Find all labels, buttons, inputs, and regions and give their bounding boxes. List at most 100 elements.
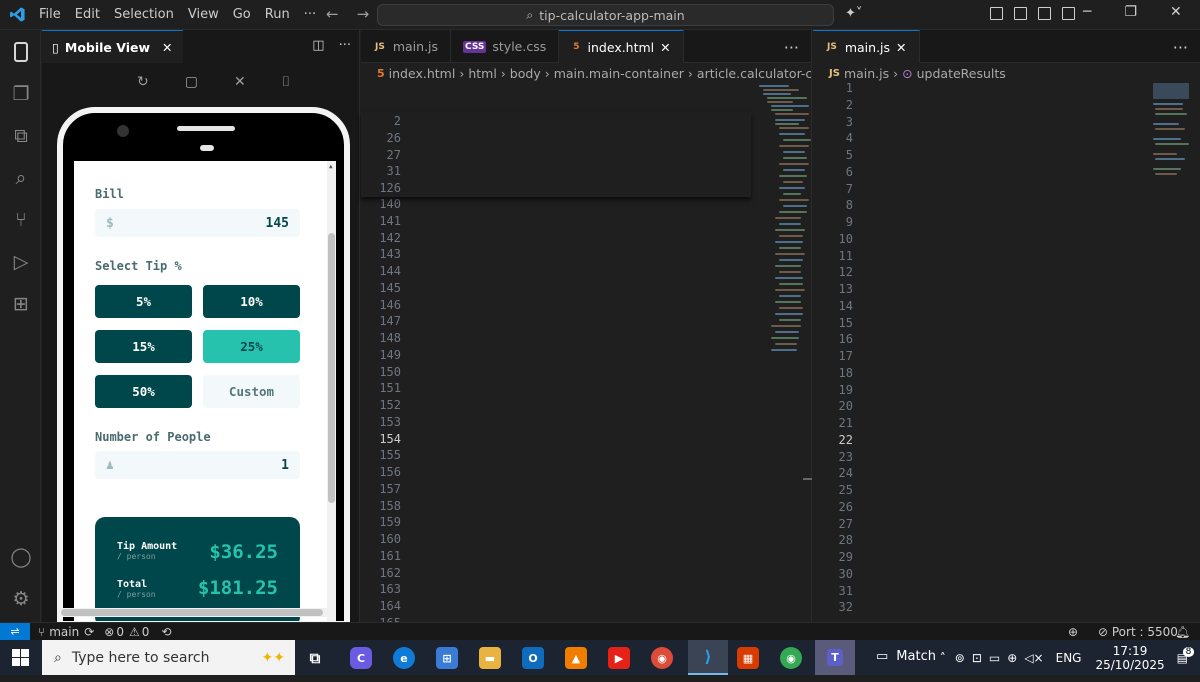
breadcrumb-item[interactable]: updateResults xyxy=(917,66,1006,81)
tip-custom-input[interactable]: Custom xyxy=(203,375,300,408)
menu-selection[interactable]: Selection xyxy=(107,7,181,22)
volume-icon[interactable]: ◁× xyxy=(1024,651,1043,665)
close-preview-icon[interactable]: ✕ xyxy=(234,74,246,90)
toggle-panel-icon[interactable] xyxy=(1038,7,1051,20)
tab-style-css[interactable]: CSS style.css xyxy=(451,30,560,63)
vscode-taskbar-icon[interactable]: ⟩ xyxy=(688,640,728,675)
input-language[interactable]: ENG xyxy=(1056,651,1082,665)
minimap-right[interactable] xyxy=(1151,83,1191,383)
editor-more-icon[interactable]: ··· xyxy=(784,38,799,57)
vlc-icon[interactable]: ▲ xyxy=(565,647,587,669)
breadcrumb-item[interactable]: article.calculator-c xyxy=(697,66,811,81)
reload-icon[interactable]: ↻ xyxy=(137,74,149,90)
tip-50-button[interactable]: 50% xyxy=(95,375,192,408)
code-body-left[interactable]: 140 141 142 143 144 145 146 147 148 149 … xyxy=(361,196,751,682)
network-icon[interactable]: ⊕ xyxy=(1007,651,1017,665)
taskbar-search-box[interactable]: ⌕ Type here to search ✦✦ xyxy=(42,640,295,675)
chrome-icon[interactable]: ◉ xyxy=(651,647,673,669)
scroll-thumb[interactable] xyxy=(328,233,335,503)
error-count[interactable]: 0 xyxy=(116,625,124,639)
chrome-profile-icon[interactable]: ◉ xyxy=(780,647,802,669)
copilot-status-icon[interactable]: ⊕ xyxy=(1068,625,1078,639)
vscode-logo-icon[interactable] xyxy=(2,0,32,30)
camera-icon[interactable]: ⌷ xyxy=(282,74,290,90)
tab-mobile-view[interactable]: ▯ Mobile View ✕ xyxy=(42,30,183,63)
people-input[interactable]: ♟ 1 xyxy=(95,451,300,479)
editor-more-icon[interactable]: ··· xyxy=(1173,38,1188,57)
windows-start-icon[interactable] xyxy=(0,649,40,666)
minimap-left[interactable] xyxy=(757,83,812,383)
preview-horizontal-scrollbar[interactable] xyxy=(57,608,333,617)
tip-15-button[interactable]: 15% xyxy=(95,330,192,363)
notification-center-icon[interactable]: ▤ 8 xyxy=(1177,646,1195,665)
settings-gear-icon[interactable]: ⚙ xyxy=(9,587,33,611)
back-arrow-icon[interactable]: ← xyxy=(326,5,339,23)
sticky-scroll-header[interactable]: 2 26 27 31 126 xyxy=(361,113,751,197)
mobile-view-icon[interactable] xyxy=(9,40,33,64)
tab-index-html[interactable]: 5 index.html ✕ xyxy=(559,30,684,63)
breadcrumb-item[interactable]: main.main-container xyxy=(554,66,684,81)
microsoft-store-icon[interactable]: ⊞ xyxy=(436,647,458,669)
edge-browser-icon[interactable]: e xyxy=(393,647,415,669)
history-icon[interactable]: ⟲ xyxy=(161,625,171,639)
sync-icon[interactable]: ⟳ xyxy=(84,625,94,639)
more-actions-icon[interactable]: ··· xyxy=(339,38,351,53)
h-scroll-thumb[interactable] xyxy=(61,609,323,616)
close-icon[interactable]: ✕ xyxy=(162,40,172,55)
command-center-search[interactable]: ⌕ tip-calculator-app-main xyxy=(377,4,834,26)
match-widget[interactable]: ▭ Match xyxy=(876,649,936,664)
code-body-right[interactable]: 1 2 3 4 5 6 7 8 9 10 11 12 13 14 15 16 1… xyxy=(813,80,1153,650)
battery-icon[interactable]: ▭ xyxy=(989,651,1000,665)
menu-file[interactable]: File xyxy=(32,7,68,22)
copilot-icon[interactable]: ✦˅ xyxy=(845,6,862,21)
copilot-app-icon[interactable]: C xyxy=(350,647,372,669)
layout-customize-icon[interactable] xyxy=(990,7,1003,20)
restore-icon[interactable]: ❐ xyxy=(1124,4,1137,20)
square-icon[interactable]: ▢ xyxy=(185,74,198,90)
breadcrumb-item[interactable]: main.js xyxy=(844,66,889,81)
breadcrumb-item[interactable]: html xyxy=(468,66,496,81)
menu-run[interactable]: Run xyxy=(258,7,297,22)
close-tab-icon[interactable]: ✕ xyxy=(896,40,906,55)
search-activity-icon[interactable]: ⌕ xyxy=(9,166,33,190)
tab-main-js-right[interactable]: JS main.js ✕ xyxy=(813,30,920,63)
tray-expand-icon[interactable]: ˄ xyxy=(940,651,946,665)
tab-main-js[interactable]: JS main.js xyxy=(361,30,452,63)
remote-indicator-icon[interactable]: ⇌ xyxy=(0,622,30,641)
clock[interactable]: 17:19 25/10/2025 xyxy=(1095,644,1164,672)
outlook-icon[interactable]: O xyxy=(522,647,544,669)
close-tab-icon[interactable]: ✕ xyxy=(660,40,670,55)
close-window-icon[interactable]: ✕ xyxy=(1170,4,1182,20)
explorer-icon[interactable]: ❐ xyxy=(9,82,33,106)
forward-arrow-icon[interactable]: → xyxy=(357,5,370,23)
split-editor-icon[interactable]: ◫ xyxy=(312,38,324,53)
tray-app-icon[interactable]: ⊚ xyxy=(955,651,965,665)
menu-edit[interactable]: Edit xyxy=(68,7,107,22)
bill-input[interactable]: $ 145 xyxy=(95,209,300,237)
extensions-icon[interactable]: ⊞ xyxy=(9,292,33,316)
breadcrumb-item[interactable]: index.html xyxy=(389,66,456,81)
warning-count[interactable]: 0 xyxy=(142,625,150,639)
tip-5-button[interactable]: 5% xyxy=(95,285,192,318)
notifications-bell-icon[interactable]: 🔔︎ xyxy=(1175,625,1190,639)
tip-10-button[interactable]: 10% xyxy=(203,285,300,318)
copy-icon[interactable]: ⧉ xyxy=(9,124,33,148)
file-explorer-icon[interactable]: ▬ xyxy=(479,647,501,669)
port-indicator[interactable]: ⊘ Port : 5500 xyxy=(1098,625,1178,639)
teams-icon[interactable]: T xyxy=(815,640,855,675)
source-control-icon[interactable]: ⑂ xyxy=(9,208,33,232)
menu-go[interactable]: Go xyxy=(226,7,258,22)
scroll-up-icon[interactable]: ▲ xyxy=(329,163,333,170)
preview-scrollbar[interactable]: ▲ xyxy=(327,161,336,621)
youtube-icon[interactable]: ▶ xyxy=(608,647,630,669)
account-icon[interactable]: ◯ xyxy=(9,545,33,569)
branch-name[interactable]: main xyxy=(49,625,79,639)
minimize-icon[interactable]: ─ xyxy=(1083,4,1091,20)
menu-more[interactable]: ··· xyxy=(297,7,323,22)
tray-onedrive-icon[interactable]: ⊡ xyxy=(972,651,982,665)
task-view-icon[interactable]: ⧉ xyxy=(304,647,326,669)
tip-25-button[interactable]: 25% xyxy=(203,330,300,363)
menu-view[interactable]: View xyxy=(181,7,226,22)
breadcrumb-item[interactable]: body xyxy=(510,66,541,81)
toggle-secondary-sidebar-icon[interactable] xyxy=(1062,7,1075,20)
